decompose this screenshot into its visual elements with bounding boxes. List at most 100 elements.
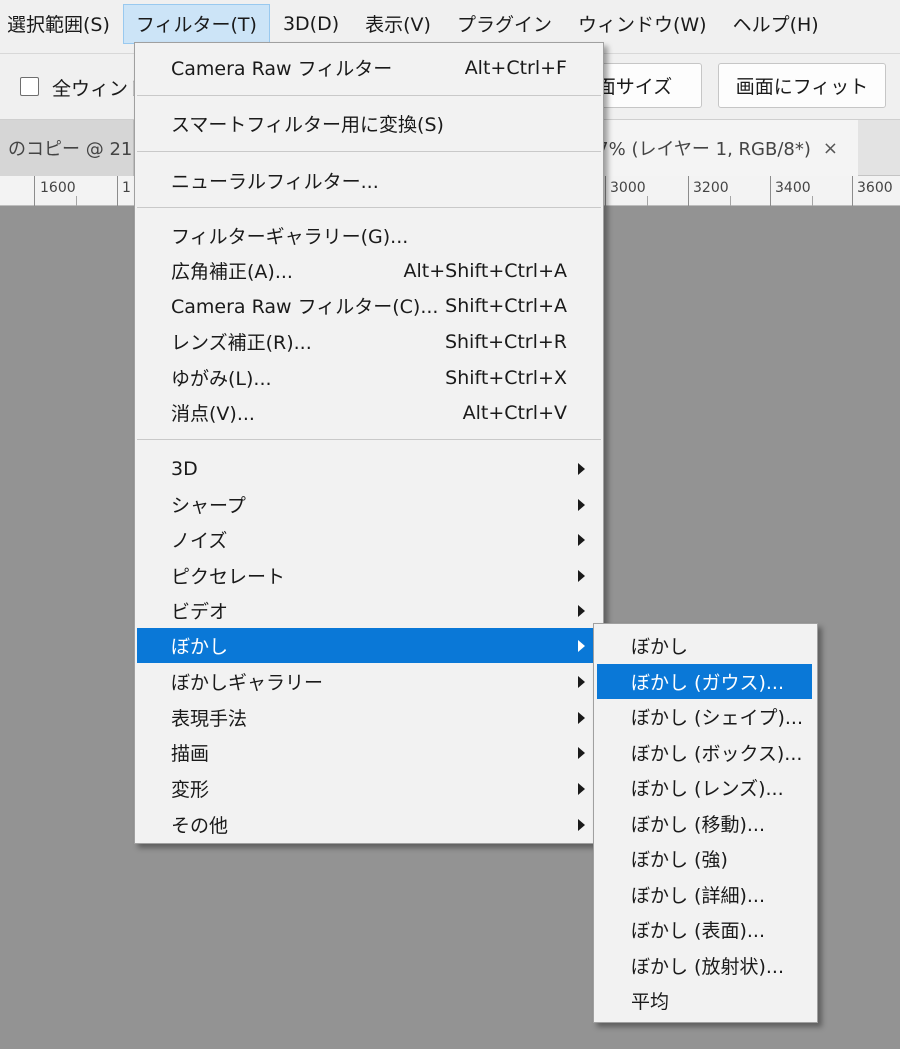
menu-item-neural-filters[interactable]: ニューラルフィルター...	[137, 163, 601, 198]
menu-window[interactable]: ウィンドウ(W)	[565, 4, 720, 44]
menu-item-vanishing-point[interactable]: 消点(V)... Alt+Ctrl+V	[137, 395, 601, 430]
submenu-arrow-icon	[578, 570, 585, 582]
menu-item-label: ニューラルフィルター...	[171, 171, 379, 193]
menu-item-convert-smart-filter[interactable]: スマートフィルター用に変換(S)	[137, 106, 601, 141]
menu-item-video[interactable]: ビデオ	[137, 593, 601, 628]
menu-item-distort[interactable]: 変形	[137, 771, 601, 806]
submenu-item-motion-blur[interactable]: ぼかし (移動)...	[597, 806, 812, 841]
menu-view[interactable]: 表示(V)	[352, 4, 444, 44]
menu-item-adaptive-wide-angle[interactable]: 広角補正(A)... Alt+Shift+Ctrl+A	[137, 253, 601, 288]
blur-submenu: ぼかし ぼかし (ガウス)... ぼかし (シェイプ)... ぼかし (ボックス…	[593, 623, 818, 1023]
ruler-major-tick	[605, 176, 606, 206]
all-windows-label: 全ウィンド	[52, 78, 148, 100]
menu-item-liquify[interactable]: ゆがみ(L)... Shift+Ctrl+X	[137, 360, 601, 395]
submenu-arrow-icon	[578, 499, 585, 511]
submenu-item-smart-blur[interactable]: ぼかし (詳細)...	[597, 877, 812, 912]
ruler-major-tick	[688, 176, 689, 206]
submenu-item-blur-more[interactable]: ぼかし (強)	[597, 841, 812, 876]
menu-item-blur-gallery[interactable]: ぼかしギャラリー	[137, 664, 601, 699]
submenu-arrow-icon	[578, 712, 585, 724]
menu-item-label: Camera Raw フィルター	[171, 58, 393, 80]
menu-item-shortcut: Alt+Ctrl+V	[462, 401, 567, 424]
menu-separator	[137, 207, 601, 208]
menu-item-noise[interactable]: ノイズ	[137, 522, 601, 557]
menu-separator	[137, 95, 601, 96]
close-icon[interactable]: ×	[823, 138, 838, 159]
ruler-minor-tick	[730, 196, 731, 206]
menu-separator	[137, 151, 601, 152]
menu-item-label: フィルターギャラリー(G)...	[171, 226, 409, 248]
ruler-label: 3000	[610, 180, 646, 196]
submenu-arrow-icon	[578, 819, 585, 831]
menu-item-pixelate[interactable]: ピクセレート	[137, 558, 601, 593]
menu-item-filter-gallery[interactable]: フィルターギャラリー(G)...	[137, 218, 601, 253]
submenu-item-average[interactable]: 平均	[597, 983, 812, 1018]
menu-item-label: Camera Raw フィルター(C)...	[171, 296, 439, 318]
menu-item-render[interactable]: 描画	[137, 735, 601, 770]
menu-item-shortcut: Alt+Ctrl+F	[464, 56, 567, 79]
menu-item-stylize[interactable]: 表現手法	[137, 700, 601, 735]
submenu-item-box-blur[interactable]: ぼかし (ボックス)...	[597, 735, 812, 770]
menu-item-lens-correction[interactable]: レンズ補正(R)... Shift+Ctrl+R	[137, 324, 601, 359]
submenu-arrow-icon	[578, 605, 585, 617]
ruler-major-tick	[852, 176, 853, 206]
menu-item-label: ノイズ	[171, 530, 228, 552]
menu-item-label: ビデオ	[171, 601, 229, 623]
submenu-arrow-icon	[578, 640, 585, 652]
document-tab-copy-title: のコピー @ 21.	[8, 139, 139, 160]
submenu-item-blur[interactable]: ぼかし	[597, 628, 812, 663]
menu-item-label: レンズ補正(R)...	[171, 332, 312, 354]
submenu-item-shape-blur[interactable]: ぼかし (シェイプ)...	[597, 699, 812, 734]
submenu-arrow-icon	[578, 747, 585, 759]
menu-item-shortcut: Shift+Ctrl+X	[445, 366, 567, 389]
menu-item-camera-raw-filter[interactable]: Camera Raw フィルター(C)... Shift+Ctrl+A	[137, 288, 601, 323]
menu-item-label: ピクセレート	[171, 566, 286, 588]
menu-item-shortcut: Alt+Shift+Ctrl+A	[403, 259, 567, 282]
menu-item-label: 描画	[171, 743, 210, 765]
menu-item-label: ぼかしギャラリー	[171, 672, 324, 694]
menu-select[interactable]: 選択範囲(S)	[0, 4, 123, 44]
document-tab-layer[interactable]: 7% (レイヤー 1, RGB/8*) ×	[596, 120, 858, 176]
ruler-label: 3200	[693, 180, 729, 196]
menu-item-other[interactable]: その他	[137, 807, 601, 842]
ruler-label: 1	[122, 180, 131, 196]
ruler-minor-tick	[812, 196, 813, 206]
menu-item-sharpen[interactable]: シャープ	[137, 487, 601, 522]
ruler-label: 3400	[775, 180, 811, 196]
menu-item-shortcut: Shift+Ctrl+R	[444, 330, 567, 353]
document-tab-copy[interactable]: のコピー @ 21.	[0, 120, 138, 176]
menu-separator	[137, 439, 601, 440]
menu-item-label: 広角補正(A)...	[171, 261, 293, 283]
menu-item-camera-raw[interactable]: Camera Raw フィルター Alt+Ctrl+F	[137, 50, 601, 85]
menu-item-label: 変形	[171, 779, 210, 801]
menu-item-label: シャープ	[171, 495, 246, 517]
submenu-item-lens-blur[interactable]: ぼかし (レンズ)...	[597, 770, 812, 805]
menu-item-label: ぼかし	[171, 636, 229, 658]
ruler-major-tick	[770, 176, 771, 206]
ruler-minor-tick	[647, 196, 648, 206]
filter-menu: Camera Raw フィルター Alt+Ctrl+F スマートフィルター用に変…	[134, 42, 604, 844]
menu-item-label: スマートフィルター用に変換(S)	[171, 114, 444, 136]
menu-item-label: 3D	[171, 457, 198, 480]
menu-item-label: 表現手法	[171, 708, 248, 730]
submenu-arrow-icon	[578, 534, 585, 546]
submenu-arrow-icon	[578, 463, 585, 475]
ruler-minor-tick	[76, 196, 77, 206]
submenu-item-surface-blur[interactable]: ぼかし (表面)...	[597, 912, 812, 947]
menu-plugins[interactable]: プラグイン	[444, 4, 565, 44]
all-windows-checkbox[interactable]	[20, 77, 39, 96]
submenu-arrow-icon	[578, 783, 585, 795]
menu-filter[interactable]: フィルター(T)	[122, 3, 270, 44]
ruler-major-tick	[34, 176, 35, 206]
menu-item-label: その他	[171, 815, 229, 837]
submenu-arrow-icon	[578, 676, 585, 688]
ruler-major-tick	[117, 176, 118, 206]
menu-3d[interactable]: 3D(D)	[270, 4, 352, 44]
ruler-label: 3600	[857, 180, 893, 196]
menu-item-blur[interactable]: ぼかし	[137, 628, 601, 663]
menu-help[interactable]: ヘルプ(H)	[720, 4, 832, 44]
submenu-item-gaussian-blur[interactable]: ぼかし (ガウス)...	[597, 664, 812, 699]
fit-screen-button[interactable]: 画面にフィット	[718, 63, 886, 108]
submenu-item-radial-blur[interactable]: ぼかし (放射状)...	[597, 948, 812, 983]
menu-item-3d[interactable]: 3D	[137, 451, 601, 486]
